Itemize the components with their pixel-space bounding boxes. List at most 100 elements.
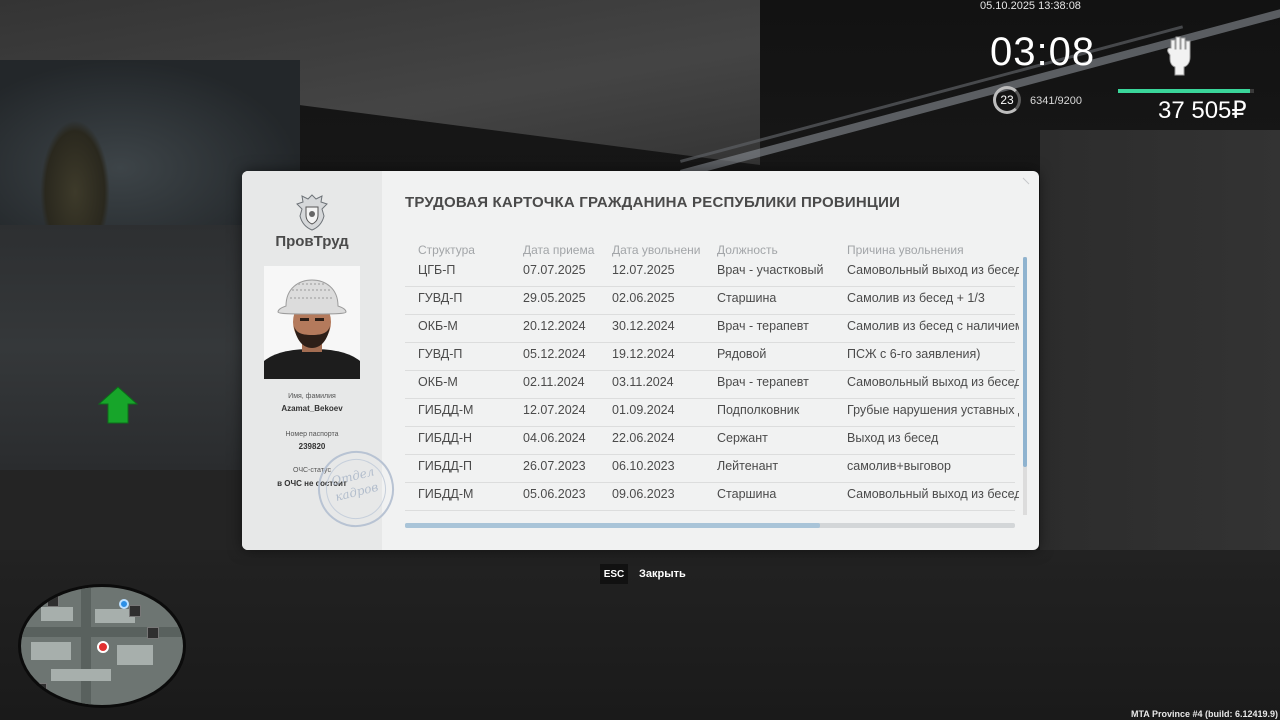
scene-tree (40, 120, 110, 240)
cell-structure: ОКБ-М (418, 375, 458, 389)
minimap-road (21, 627, 183, 637)
name-value: Azamat_Bekoev (281, 404, 343, 413)
hud-datetime: 05.10.2025 13:38:08 (980, 0, 1081, 12)
brand-label: ПровТруд (275, 233, 349, 250)
cell-hire-date: 20.12.2024 (523, 319, 586, 333)
hr-department-stamp: Отдел кадров (309, 442, 403, 536)
hud-level-badge: 23 (993, 86, 1021, 114)
horizontal-scrollbar[interactable] (405, 523, 1015, 528)
close-button[interactable]: Закрыть (639, 568, 686, 580)
table-header: Структура Дата приема Дата увольнени Дол… (405, 241, 1025, 259)
cell-structure: ГИБДД-М (418, 487, 474, 501)
cell-position: Врач - участковый (717, 263, 824, 277)
minimap-building (117, 645, 153, 665)
employment-card-dialog: ПровТруд Имя, фамилия Azamat_Bekoev Номе… (242, 171, 1039, 550)
hud-health-bar (1118, 89, 1254, 93)
minimap (18, 584, 186, 708)
cell-position: Лейтенант (717, 459, 779, 473)
table-row[interactable]: ГУВД-П 29.05.2025 02.06.2025 Старшина Самоли… (405, 287, 1015, 315)
cell-dismissal-date: 03.11.2024 (612, 375, 674, 389)
cell-hire-date: 07.07.2025 (523, 263, 586, 277)
minimap-square-marker (147, 627, 159, 639)
cell-dismissal-reason: Выход из бесед (847, 431, 939, 445)
cell-position: Врач - терапевт (717, 375, 809, 389)
fist-icon (1167, 36, 1191, 76)
cell-dismissal-date: 02.06.2025 (612, 291, 675, 305)
minimap-building (41, 607, 73, 621)
table-row[interactable]: ОКБ-М 02.11.2024 03.11.2024 Врач - терапевт… (405, 371, 1019, 399)
cell-hire-date: 12.07.2024 (523, 403, 586, 417)
coat-of-arms-icon (296, 194, 328, 231)
scene-right-wall (1040, 130, 1280, 590)
vertical-scrollbar-thumb[interactable] (1023, 257, 1027, 467)
profile-panel: ПровТруд Имя, фамилия Azamat_Bekoev Номе… (242, 171, 403, 550)
name-label: Имя, фамилия (288, 393, 336, 400)
cell-dismissal-reason: самолив+выговор (847, 459, 951, 473)
cell-hire-date: 29.05.2025 (523, 291, 586, 305)
table-row[interactable]: ЦГБ-П 07.07.2025 12.07.2025 Врач - участков… (405, 259, 1019, 287)
minimap-square-marker (129, 605, 141, 617)
cell-structure: ЦГБ-П (418, 263, 456, 277)
table-row[interactable]: ГИБДД-М 12.07.2024 01.09.2024 Подполковник Г… (405, 399, 1019, 427)
minimap-player-marker (97, 641, 109, 653)
cell-hire-date: 05.12.2024 (523, 347, 586, 361)
cell-position: Рядовой (717, 347, 767, 361)
table-row[interactable]: ОКБ-М 20.12.2024 30.12.2024 Врач - терапевт… (405, 315, 1019, 343)
cell-dismissal-date: 01.09.2024 (612, 403, 675, 417)
hud-level: 23 (1000, 93, 1014, 107)
cell-structure: ГИБДД-М (418, 403, 474, 417)
table-row[interactable]: ГИБДД-П 26.07.2023 06.10.2023 Лейтенант само… (405, 455, 1015, 483)
table-row[interactable]: ГИБДД-М 05.06.2023 09.06.2023 Старшина Самов… (405, 483, 1019, 511)
corner-mark-icon (1022, 177, 1030, 185)
cell-hire-date: 05.06.2023 (523, 487, 586, 501)
cell-structure: ГИБДД-П (418, 459, 473, 473)
cell-hire-date: 02.11.2024 (523, 375, 585, 389)
table-row[interactable]: ГУВД-П 05.12.2024 19.12.2024 Рядовой ПСЖ с 6… (405, 343, 1015, 371)
cell-position: Старшина (717, 487, 777, 501)
cell-dismissal-reason: Самовольный выход из бесед (847, 487, 1019, 501)
cell-position: Подполковник (717, 403, 800, 417)
esc-key-badge[interactable]: ESC (600, 564, 628, 584)
minimap-building (51, 669, 111, 681)
build-info: MTA Province #4 (build: 6.12419.9) (1130, 709, 1278, 719)
minimap-road (81, 587, 91, 705)
horizontal-scrollbar-thumb[interactable] (405, 523, 820, 528)
citizen-photo (264, 266, 360, 379)
house-marker-icon (98, 386, 138, 424)
cell-dismissal-reason: Самолив из бесед с наличием (847, 319, 1019, 333)
cell-position: Сержант (717, 431, 768, 445)
cell-hire-date: 04.06.2024 (523, 431, 586, 445)
dialog-title: ТРУДОВАЯ КАРТОЧКА ГРАЖДАНИНА РЕСПУБЛИКИ … (405, 194, 901, 211)
column-header-structure: Структура (418, 243, 475, 257)
minimap-square-marker (47, 595, 59, 607)
cell-position: Старшина (717, 291, 777, 305)
cell-dismissal-reason: ПСЖ с 6-го заявления) (847, 347, 981, 361)
passport-value: 239820 (298, 442, 326, 451)
esc-key-label: ESC (603, 568, 625, 580)
citizen-avatar (264, 266, 360, 379)
cell-dismissal-date: 09.06.2023 (612, 487, 675, 501)
cell-dismissal-date: 19.12.2024 (612, 347, 675, 361)
cell-dismissal-date: 30.12.2024 (612, 319, 675, 333)
column-header-dismissal-reason: Причина увольнения (847, 243, 964, 257)
table-row[interactable]: ГИБДД-Н 04.06.2024 22.06.2024 Сержант Выход … (405, 427, 1015, 455)
employment-history-table[interactable]: Структура Дата приема Дата увольнени Дол… (405, 241, 1025, 519)
hud-clock: 03:08 (990, 30, 1096, 74)
cell-dismissal-date: 06.10.2023 (612, 459, 675, 473)
minimap-square-marker (35, 683, 47, 695)
cell-dismissal-reason: Грубые нарушения уставных д (847, 403, 1019, 417)
hud-experience: 6341/9200 (1030, 95, 1082, 107)
cell-structure: ГУВД-П (418, 347, 463, 361)
vertical-scrollbar[interactable] (1023, 257, 1027, 515)
column-header-dismissal-date: Дата увольнени (612, 243, 701, 257)
cell-dismissal-reason: Самолив из бесед + 1/3 (847, 291, 985, 305)
column-header-position: Должность (717, 243, 778, 257)
cell-structure: ГУВД-П (418, 291, 463, 305)
cell-dismissal-reason: Самовольный выход из бесед (847, 263, 1019, 277)
column-header-hire-date: Дата приема (523, 243, 595, 257)
cell-structure: ОКБ-М (418, 319, 458, 333)
minimap-blue-blip (119, 599, 129, 609)
scene-wall (0, 225, 245, 470)
cell-dismissal-reason: Самовольный выход из бесед (847, 375, 1019, 389)
minimap-building (31, 642, 71, 660)
